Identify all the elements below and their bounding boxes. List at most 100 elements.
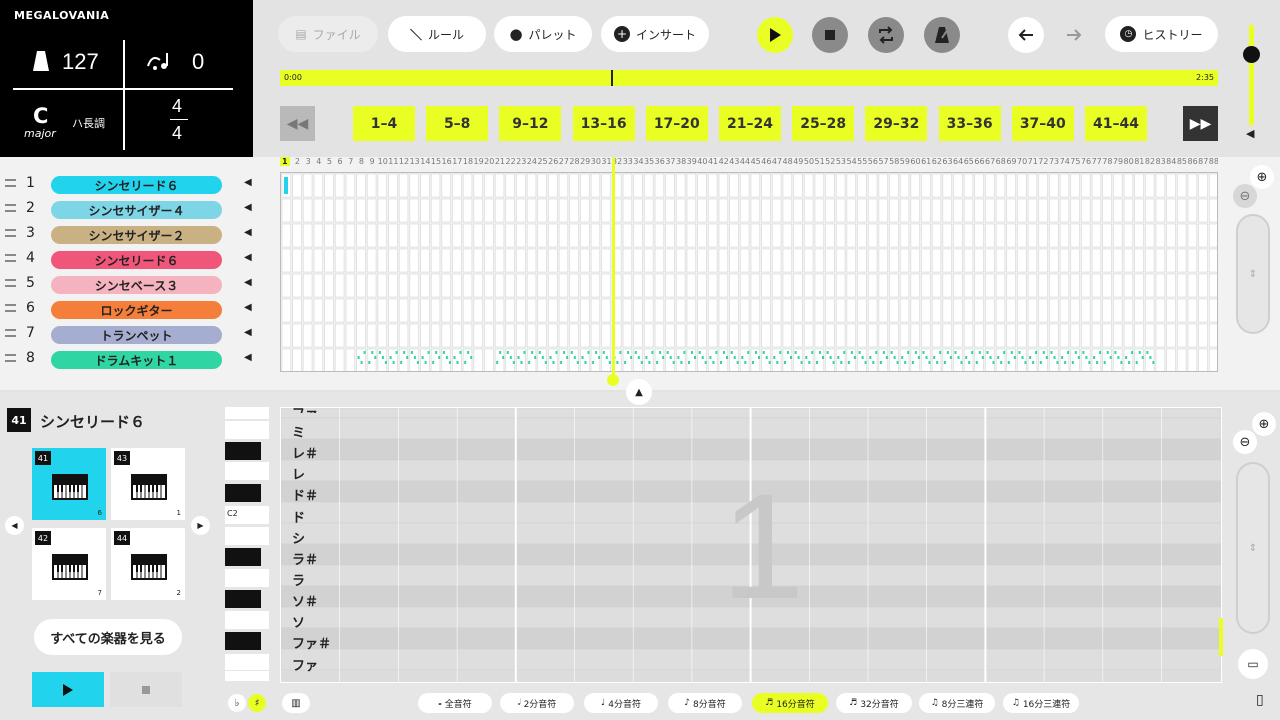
track-row[interactable]: 3 シンセサイザー２ ◀ <box>0 222 280 247</box>
measure-range-button[interactable]: 17–20 <box>645 106 708 141</box>
black-key[interactable] <box>225 632 261 650</box>
preview-stop-button[interactable] <box>110 672 182 707</box>
stop-button[interactable] <box>812 17 848 53</box>
track-row[interactable]: 1 シンセリード６ ◀ <box>0 172 280 197</box>
piano-roll-grid[interactable]: 1 <box>280 407 1222 683</box>
measure-range-button[interactable]: 5–8 <box>426 106 489 141</box>
time-sig-bottom[interactable]: 4 <box>172 123 182 144</box>
see-all-instruments-button[interactable]: すべての楽器を見る <box>34 619 182 655</box>
measure-range-button[interactable]: 41–44 <box>1085 106 1147 141</box>
white-key[interactable] <box>225 421 269 439</box>
track-grid[interactable] <box>280 172 1218 372</box>
playhead-handle[interactable] <box>607 374 619 386</box>
measure-range-button[interactable]: 29–32 <box>865 106 928 141</box>
preview-play-button[interactable] <box>32 672 104 707</box>
flat-toggle[interactable]: ♭ <box>228 694 246 712</box>
redo-button[interactable] <box>1056 17 1092 53</box>
track-row[interactable]: 2 シンセサイザー４ ◀ <box>0 197 280 222</box>
note-length-button[interactable]: ♬ 16分音符 <box>752 693 828 713</box>
black-key[interactable] <box>225 442 261 460</box>
track-name-pill[interactable]: シンセサイザー４ <box>51 201 222 219</box>
sharp-toggle[interactable]: ♯ <box>248 694 266 712</box>
speaker-icon[interactable]: ◀ <box>244 302 252 313</box>
drag-handle-icon[interactable] <box>5 304 16 312</box>
track-row[interactable]: 4 シンセリード６ ◀ <box>0 247 280 272</box>
note-length-button[interactable]: ♫ 8分三連符 <box>919 693 995 713</box>
white-key[interactable] <box>225 407 269 419</box>
track-name-pill[interactable]: ロックギター <box>51 301 222 319</box>
track-row[interactable]: 5 シンセベース３ ◀ <box>0 272 280 297</box>
white-key[interactable] <box>225 462 269 480</box>
undo-button[interactable] <box>1008 17 1044 53</box>
black-key[interactable] <box>225 590 261 608</box>
collapse-button[interactable]: ▲ <box>626 379 652 405</box>
roll-scrollbar[interactable]: ⇕ <box>1236 462 1270 634</box>
track-name-pill[interactable]: ドラムキット１ <box>51 351 222 369</box>
tempo-value[interactable]: 127 <box>62 49 99 75</box>
track-row[interactable]: 8 ドラムキット１ ◀ <box>0 347 280 372</box>
speaker-icon[interactable]: ◀ <box>244 252 252 263</box>
white-key[interactable] <box>225 671 269 681</box>
key-value[interactable]: C <box>33 104 48 128</box>
prev-page-button[interactable]: ◀◀ <box>280 106 315 141</box>
measure-range-button[interactable]: 33–36 <box>938 106 1001 141</box>
zoom-out-icon[interactable]: ⊖ <box>1233 430 1257 454</box>
transpose-value[interactable]: 0 <box>192 49 204 75</box>
track-name-pill[interactable]: シンセサイザー２ <box>51 226 222 244</box>
drag-handle-icon[interactable] <box>5 279 16 287</box>
drag-handle-icon[interactable] <box>5 254 16 262</box>
metronome-button[interactable] <box>924 17 960 53</box>
timeline-cursor[interactable] <box>611 70 613 86</box>
speaker-icon[interactable]: ◀ <box>244 352 252 363</box>
track-row[interactable]: 6 ロックギター ◀ <box>0 297 280 322</box>
instrument-option[interactable]: 43 1 <box>111 448 185 520</box>
file-button[interactable]: ▤ ファイル <box>278 16 378 52</box>
piano-icon[interactable]: ▥ <box>282 693 310 713</box>
time-sig-top[interactable]: 4 <box>172 96 182 117</box>
speaker-icon[interactable]: ◀ <box>244 202 252 213</box>
drag-handle-icon[interactable] <box>5 204 16 212</box>
zoom-out-icon[interactable]: ⊖ <box>1233 184 1257 208</box>
track-name-pill[interactable]: シンセリード６ <box>51 251 222 269</box>
note-length-button[interactable]: ♪ 8分音符 <box>668 693 742 713</box>
instrument-option[interactable]: 42 7 <box>32 528 106 600</box>
volume-slider[interactable] <box>1249 25 1254 125</box>
track-row[interactable]: 7 トランペット ◀ <box>0 322 280 347</box>
black-key[interactable] <box>225 548 261 566</box>
play-button[interactable] <box>757 17 793 53</box>
zoom-in-icon[interactable]: ⊕ <box>1252 412 1276 436</box>
next-page-button[interactable]: ▶▶ <box>1183 106 1218 141</box>
keyboard-toggle-icon[interactable]: ▭ <box>1238 649 1268 679</box>
loop-button[interactable] <box>868 17 904 53</box>
track-name-pill[interactable]: シンセリード６ <box>51 176 222 194</box>
measure-range-button[interactable]: 1–4 <box>353 106 415 141</box>
drag-handle-icon[interactable] <box>5 354 16 362</box>
instrument-option[interactable]: 44 2 <box>111 528 185 600</box>
volume-knob[interactable] <box>1243 46 1260 63</box>
note-length-button[interactable]: 𝅝 全音符 <box>418 693 492 713</box>
measure-range-button[interactable]: 13–16 <box>572 106 635 141</box>
history-button[interactable]: ◷ ヒストリー <box>1105 16 1218 52</box>
white-key[interactable] <box>225 569 269 587</box>
instrument-option[interactable]: 41 6 <box>32 448 106 520</box>
track-name-pill[interactable]: シンセベース３ <box>51 276 222 294</box>
inst-prev-button[interactable]: ◀ <box>5 516 24 535</box>
white-key[interactable] <box>225 527 269 545</box>
note-length-button[interactable]: 𝅗𝅥 2分音符 <box>500 693 574 713</box>
note-length-button[interactable]: ♩ 4分音符 <box>584 693 658 713</box>
measure-range-button[interactable]: 37–40 <box>1011 106 1074 141</box>
note-length-button[interactable]: ♬ 32分音符 <box>836 693 912 713</box>
zoom-in-icon[interactable]: ⊕ <box>1250 165 1274 189</box>
rule-button[interactable]: ＼ ルール <box>388 16 486 52</box>
playhead[interactable] <box>612 157 615 381</box>
drag-handle-icon[interactable] <box>5 179 16 187</box>
track-scrollbar[interactable]: ⇕ <box>1236 214 1270 334</box>
speaker-icon[interactable]: ◀ <box>244 277 252 288</box>
drag-handle-icon[interactable] <box>5 329 16 337</box>
speaker-icon[interactable]: ◀ <box>244 227 252 238</box>
note-length-button[interactable]: ♫ 16分三連符 <box>1003 693 1079 713</box>
track-name-pill[interactable]: トランペット <box>51 326 222 344</box>
white-key[interactable] <box>225 654 269 670</box>
speaker-icon[interactable]: ◀ <box>244 327 252 338</box>
inst-next-button[interactable]: ▶ <box>191 516 210 535</box>
